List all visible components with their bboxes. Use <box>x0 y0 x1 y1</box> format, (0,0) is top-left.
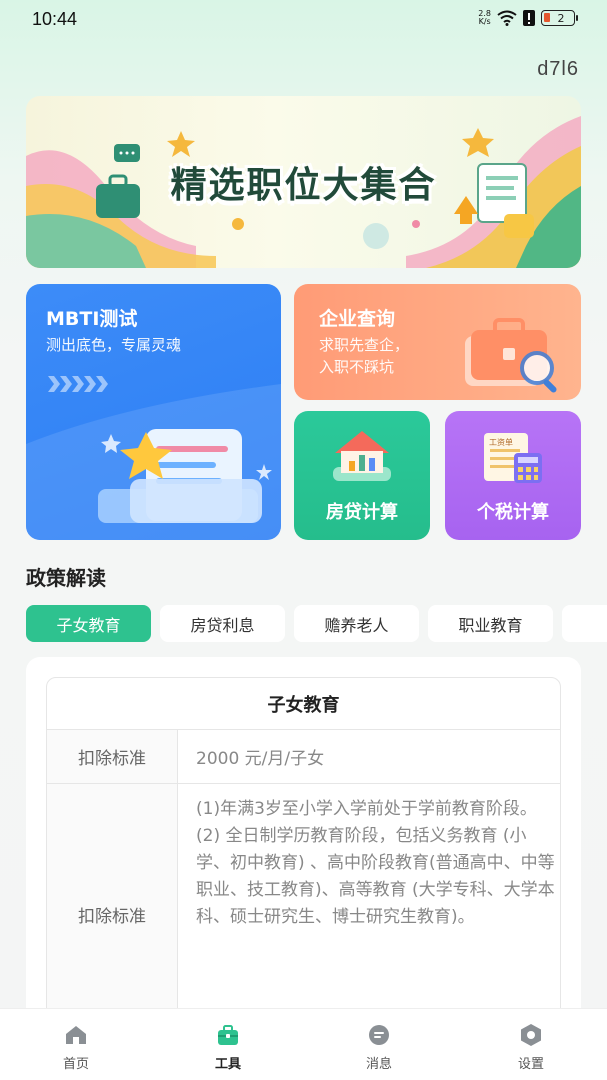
home-icon <box>66 1026 86 1044</box>
tax-calc-card[interactable]: 工资单 个税计算 <box>445 411 581 540</box>
row-label: 扣除标准 <box>47 730 178 783</box>
briefcase-search-icon <box>465 318 557 393</box>
status-icons: 2.8 K/s 2 <box>478 9 578 26</box>
battery-icon: 2 <box>541 10 578 26</box>
tab-children-education[interactable]: 子女教育 <box>26 605 151 642</box>
tabbar-tools-label: 工具 <box>214 1057 241 1072</box>
policy-table-header: 子女教育 <box>47 678 560 730</box>
status-time: 10:44 <box>32 9 78 29</box>
policy-table: 子女教育 扣除标准 2000 元/月/子女 扣除标准 (1)年满3岁至小学入学前… <box>46 677 561 1037</box>
row-value: 2000 元/月/子女 <box>196 749 325 769</box>
tabbar-home-label: 首页 <box>62 1057 89 1072</box>
banner-title: 精选职位大集合 <box>170 165 437 206</box>
tabbar-messages[interactable]: 消息 <box>329 1009 429 1080</box>
mortgage-label: 房贷计算 <box>326 502 398 523</box>
app-code: d7l6 <box>537 58 579 80</box>
tax-label: 个税计算 <box>477 502 549 523</box>
status-bar: 10:44 2.8 K/s 2 <box>0 0 607 40</box>
tabbar-settings[interactable]: 设置 <box>481 1009 581 1080</box>
table-row: 扣除标准 2000 元/月/子女 <box>47 730 560 784</box>
tab-more[interactable] <box>562 605 607 642</box>
bottom-tab-bar: 首页 工具 消息 设置 <box>0 1008 607 1080</box>
tab-vocational-education[interactable]: 职业教育 <box>428 605 553 642</box>
policy-card: 子女教育 扣除标准 2000 元/月/子女 扣除标准 (1)年满3岁至小学入学前… <box>26 657 581 1037</box>
house-chart-icon <box>333 431 391 481</box>
tabbar-tools[interactable]: 工具 <box>178 1009 278 1080</box>
banner[interactable]: 精选职位大集合 <box>26 96 581 268</box>
table-row: 扣除标准 (1)年满3岁至小学入学前处于学前教育阶段。 (2) 全日制学历教育阶… <box>47 784 560 1036</box>
company-subtitle-line1: 求职先查企， <box>319 336 410 354</box>
policy-section-title: 政策解读 <box>26 566 106 590</box>
company-subtitle-line2: 入职不踩坑 <box>319 358 395 376</box>
payslip-text: 工资单 <box>489 438 513 447</box>
network-speed: 2.8 K/s <box>478 9 491 26</box>
document-star-icon <box>26 384 281 540</box>
company-title: 企业查询 <box>319 308 396 330</box>
payslip-calculator-icon <box>484 433 542 483</box>
toolbox-icon <box>218 1025 238 1045</box>
wifi-icon <box>497 10 517 26</box>
mortgage-calc-card[interactable]: 房贷计算 <box>294 411 430 540</box>
row-label: 扣除标准 <box>47 784 178 1036</box>
policy-tabs: 子女教育 房贷利息 赡养老人 职业教育 <box>26 605 607 643</box>
tabbar-home[interactable]: 首页 <box>26 1009 126 1080</box>
alert-icon <box>523 10 535 26</box>
message-icon <box>369 1025 389 1045</box>
tab-mortgage-interest[interactable]: 房贷利息 <box>160 605 285 642</box>
company-query-card[interactable]: 企业查询 求职先查企， 入职不踩坑 <box>294 284 581 400</box>
tab-elderly-support[interactable]: 赡养老人 <box>294 605 419 642</box>
mbti-test-card[interactable]: MBTI测试 测出底色，专属灵魂 <box>26 284 281 540</box>
tabbar-messages-label: 消息 <box>365 1057 392 1072</box>
tabbar-settings-label: 设置 <box>517 1057 544 1072</box>
settings-icon <box>521 1024 541 1046</box>
row-value: (1)年满3岁至小学入学前处于学前教育阶段。 (2) 全日制学历教育阶段，包括义… <box>196 799 555 927</box>
